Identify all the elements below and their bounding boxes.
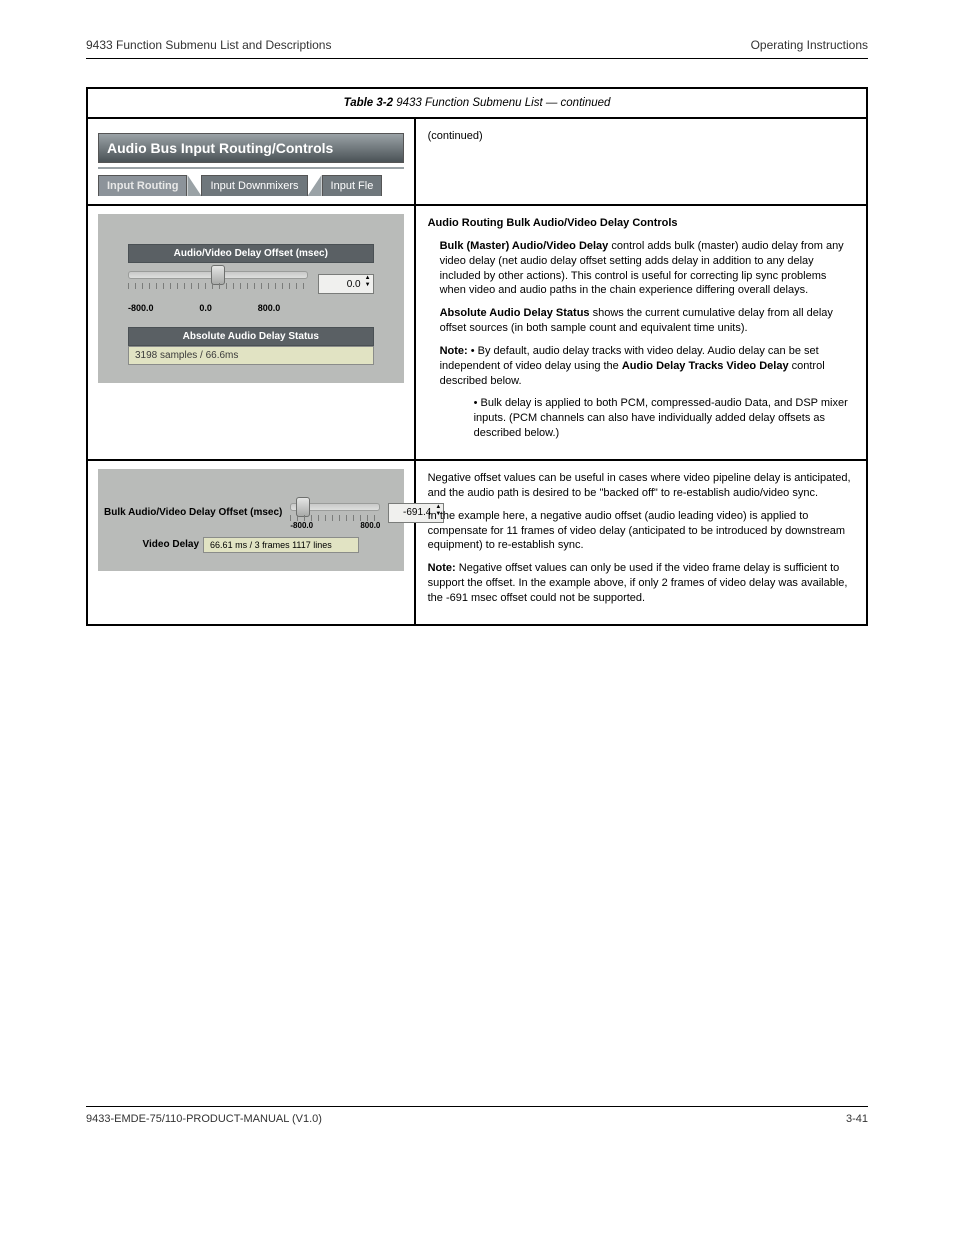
header-right: Operating Instructions — [751, 38, 868, 52]
row2-right-cell: Negative offset values can be useful in … — [415, 460, 867, 625]
tab-input-routing[interactable]: Input Routing — [98, 175, 187, 196]
av-delay-title: Audio/Video Delay Offset (msec) — [128, 244, 374, 263]
function-table: Table 3-2 9433 Function Submenu List — c… — [86, 87, 868, 626]
continued-tag: (continued) — [428, 129, 854, 144]
table-title-right: 9433 Function Submenu List — continued — [396, 97, 610, 109]
row1-right-cell: (continued) — [415, 118, 867, 205]
header-underline — [98, 167, 404, 169]
footer-left: 9433-EMDE-75/110-PRODUCT-MANUAL (V1.0) — [86, 1113, 322, 1125]
tab-input-fle[interactable]: Input Fle — [322, 175, 383, 196]
tick-mid: 0.0 — [199, 303, 212, 313]
tabs: Input Routing Input Downmixers Input Fle — [98, 175, 404, 196]
status-value: 3198 samples / 66.6ms — [128, 346, 374, 365]
table-title-row: Table 3-2 9433 Function Submenu List — c… — [87, 88, 867, 118]
spin-up-icon[interactable]: ▲ — [363, 275, 373, 282]
av-delay-value[interactable] — [319, 275, 363, 293]
row1b-right-cell: Audio Routing Bulk Audio/Video Delay Con… — [415, 205, 867, 460]
row1b-left-cell: Audio/Video Delay Offset (msec) ▲▼ — [87, 205, 415, 460]
row1-left-cell: Audio Bus Input Routing/Controls Input R… — [87, 118, 415, 205]
row2-rtnote: Negative offset values can only be used … — [428, 562, 848, 604]
rt-p1a: Bulk (Master) Audio/Video Delay — [440, 240, 609, 252]
note-label-1: Note: — [440, 345, 468, 357]
bulk-delay-value[interactable] — [389, 504, 433, 522]
video-delay-readout: 66.61 ms / 3 frames 1117 lines — [203, 537, 359, 553]
row2-rt1b: In the example here, a negative audio of… — [428, 509, 854, 554]
tick-min: -800.0 — [128, 303, 154, 313]
rt-note1b: Audio Delay Tracks Video Delay — [622, 360, 789, 372]
rt-title: Audio Routing Bulk Audio/Video Delay Con… — [428, 217, 678, 229]
footer-right: 3-41 — [846, 1113, 868, 1125]
row2-left-cell: Bulk Audio/Video Delay Offset (msec) -80… — [87, 460, 415, 625]
av-delay-spinner[interactable]: ▲▼ — [318, 274, 374, 294]
note-label-2: Note: — [428, 562, 456, 574]
status-title: Absolute Audio Delay Status — [128, 327, 374, 346]
tab-input-downmixers[interactable]: Input Downmixers — [201, 175, 307, 196]
table-title-left: Table 3-2 — [344, 97, 393, 109]
rt-note2: • Bulk delay is applied to both PCM, com… — [474, 396, 854, 441]
bulk-delay-slider[interactable]: -800.0 800.0 — [290, 499, 380, 527]
tick2-min: -800.0 — [290, 521, 313, 530]
header-left: 9433 Function Submenu List and Descripti… — [86, 38, 331, 52]
spin-down-icon[interactable]: ▼ — [363, 282, 373, 289]
video-delay-label: Video Delay — [143, 539, 200, 550]
bulk-delay-label: Bulk Audio/Video Delay Offset (msec) — [104, 507, 282, 518]
panel-header: Audio Bus Input Routing/Controls — [98, 133, 404, 163]
tick2-max: 800.0 — [360, 521, 380, 530]
av-delay-slider[interactable] — [128, 267, 308, 301]
rt-p2a: Absolute Audio Delay Status — [440, 307, 590, 319]
tick-max: 800.0 — [258, 303, 281, 313]
row2-rt1a: Negative offset values can be useful in … — [428, 471, 854, 501]
